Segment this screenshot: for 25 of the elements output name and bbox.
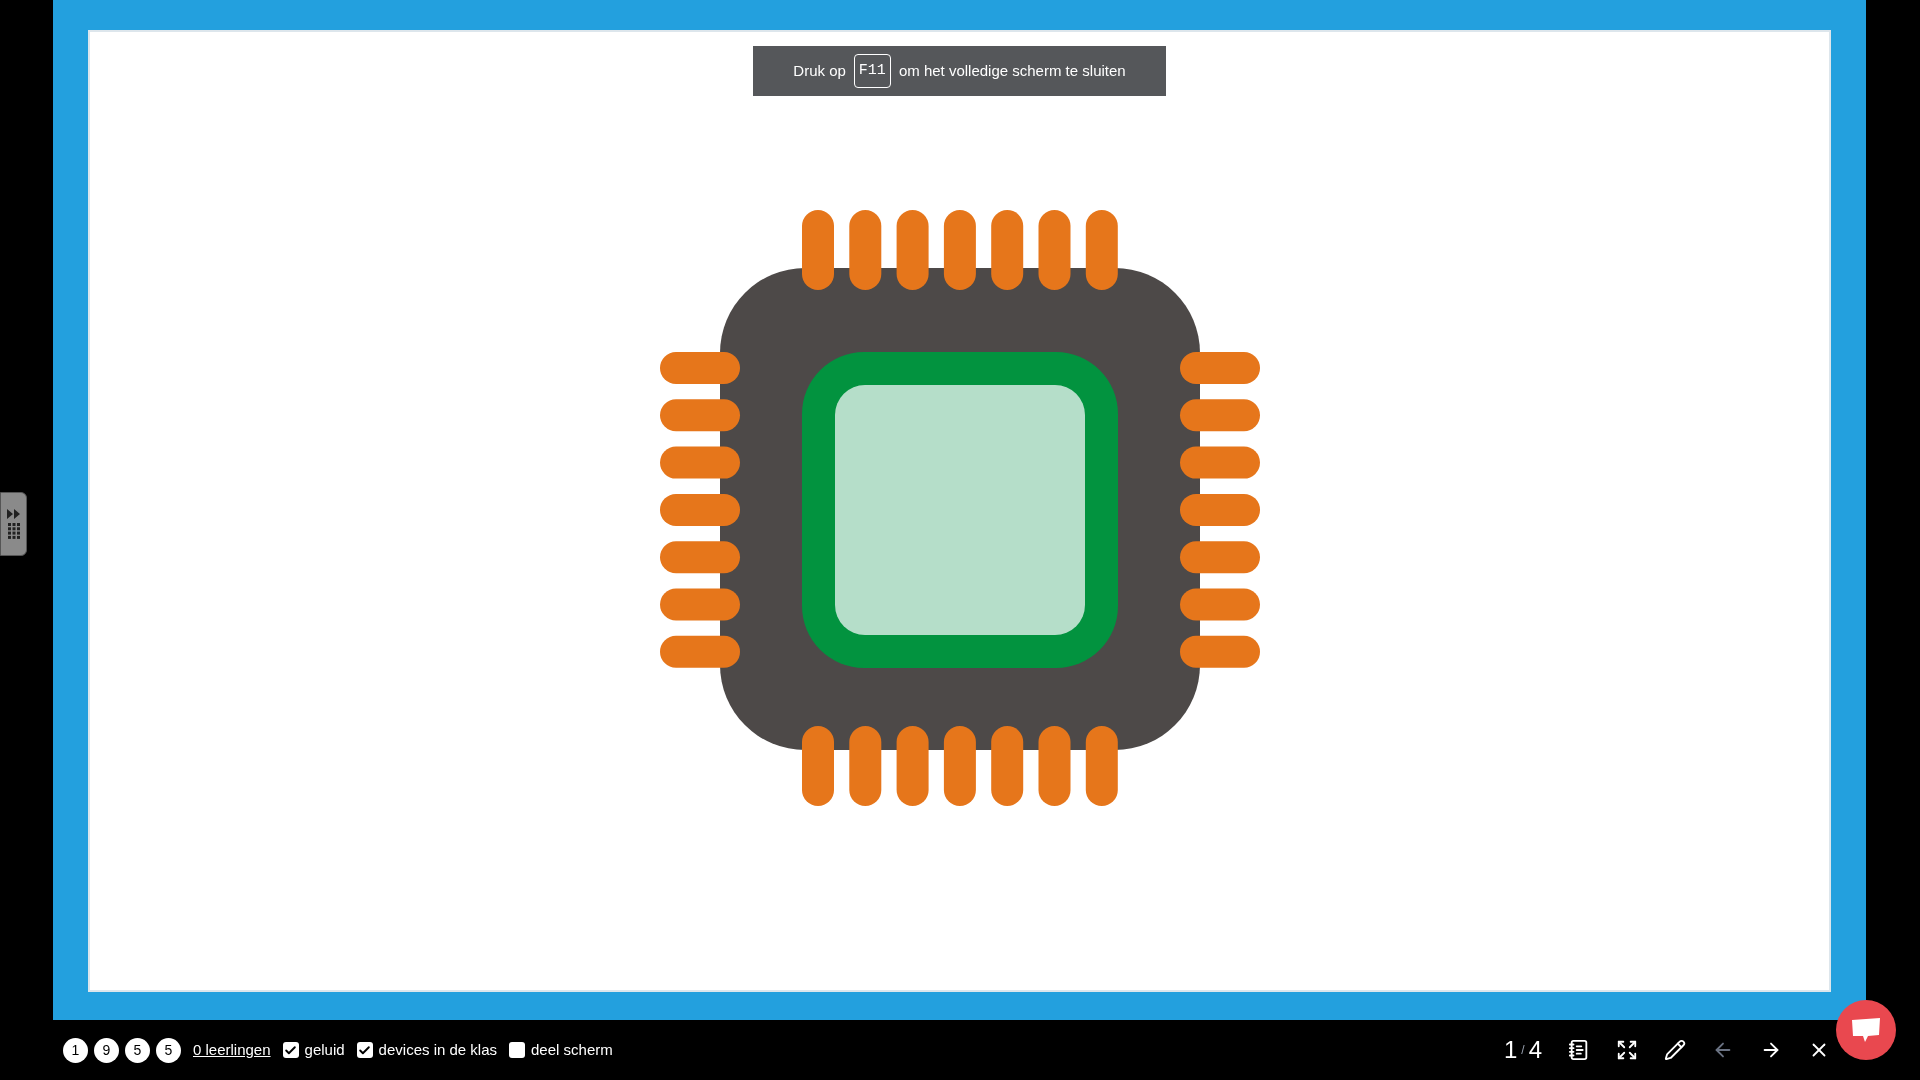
notes-icon[interactable]	[1568, 1039, 1590, 1061]
option-label: deel scherm	[531, 1039, 613, 1060]
checkbox[interactable]	[282, 1042, 299, 1058]
checkbox[interactable]	[356, 1042, 373, 1058]
page-current: 1	[1503, 1035, 1518, 1065]
side-handle[interactable]	[0, 492, 27, 556]
page-total: 4	[1528, 1035, 1542, 1065]
code-digit: 5	[156, 1037, 181, 1063]
f11-key: F11	[853, 53, 891, 89]
hint-text: om het volledige scherm te sluiten	[898, 60, 1126, 81]
fullscreen-icon[interactable]	[1616, 1039, 1638, 1061]
hint-text: Druk op	[793, 60, 846, 81]
speech-bubble-icon	[1851, 1017, 1881, 1043]
page-separator: /	[1521, 1042, 1525, 1059]
option-label: devices in de klas	[378, 1039, 497, 1060]
checkbox[interactable]	[509, 1042, 525, 1058]
chat-button[interactable]	[1836, 1000, 1896, 1060]
grid-dots-icon	[7, 523, 20, 539]
students-link[interactable]: 0 leerlingen	[193, 1038, 271, 1062]
option-label: geluid	[304, 1039, 345, 1060]
code-digit: 9	[94, 1037, 119, 1063]
double-chevron-icon	[6, 509, 21, 519]
code-digit: 5	[125, 1037, 150, 1063]
pencil-icon[interactable]	[1664, 1039, 1686, 1061]
code-digit: 1	[63, 1037, 88, 1063]
